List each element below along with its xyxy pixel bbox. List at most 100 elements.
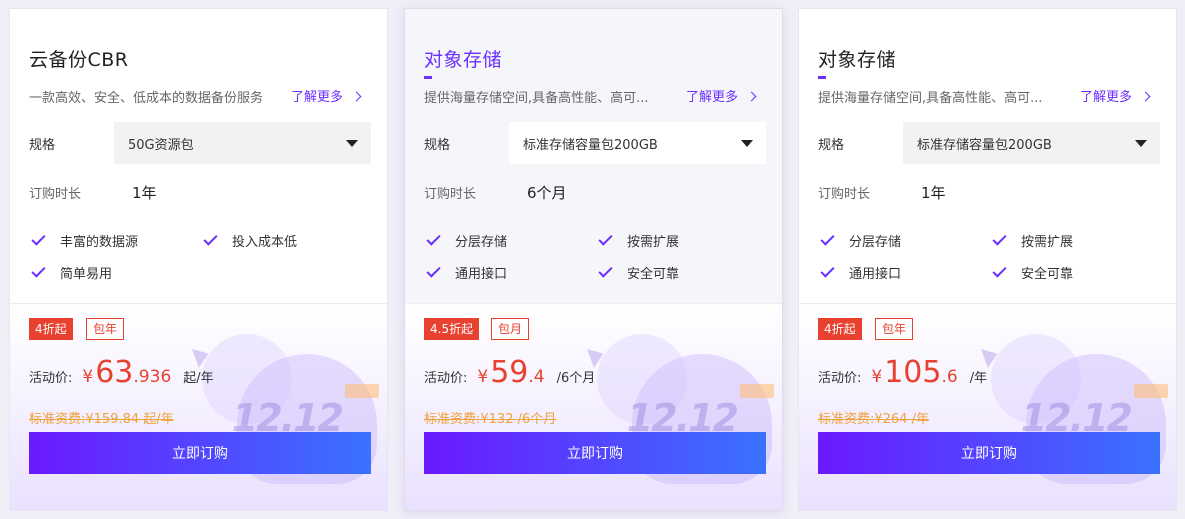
feature-item: 安全可靠 [992,262,1074,282]
caret-down-icon [346,140,358,147]
learn-more-label: 了解更多 [291,90,344,105]
feature-label: 分层存储 [849,235,902,250]
decor-tag [740,384,774,398]
feature-item: 丰富的数据源 [31,230,139,250]
feature-label: 简单易用 [60,267,113,282]
duration-value[interactable]: 6个月 [527,182,567,203]
spec-select-value: 标准存储容量包200GB [917,137,1052,153]
spec-select[interactable]: 50G资源包 [114,122,371,164]
card-title: 对象存储 [818,49,897,71]
price-label: 活动价: [29,371,73,386]
caret-down-icon [1135,140,1147,147]
feature-label: 按需扩展 [627,235,680,250]
discount-badge: 4折起 [818,318,862,340]
standard-price: 标准资费:¥264 /年 [818,412,929,427]
feature-item: 通用接口 [820,262,902,282]
price-section: 12.12 4折起 包年 活动价: ¥ 63 .936 起/年 标准资费:¥15… [10,304,387,510]
title-underline [818,76,826,79]
price-label: 活动价: [424,371,468,386]
learn-more-link[interactable]: 了解更多 [686,86,757,105]
feature-item: 投入成本低 [203,230,297,250]
chevron-right-icon [746,91,757,101]
spec-label: 规格 [424,138,451,153]
spec-label: 规格 [29,138,56,153]
product-card-cbr: 云备份CBR 一款高效、安全、低成本的数据备份服务 了解更多 规格 50G资源包… [9,8,388,511]
discount-badge: 4折起 [29,318,73,340]
price-row: 活动价: ¥ 105 .6 /年 [818,358,987,388]
check-icon [31,262,46,278]
standard-price: 标准资费:¥132 /6个月 [424,412,557,427]
product-card-obs-6m: 对象存储 提供海量存储空间,具备高性能、高可... 了解更多 规格 标准存储容量… [404,8,783,511]
period-badge: 包年 [86,318,125,340]
check-icon [598,262,613,278]
buy-now-button[interactable]: 立即订购 [29,432,371,474]
learn-more-label: 了解更多 [686,90,739,105]
duration-label: 订购时长 [29,187,82,202]
price-decimal: .6 [941,367,958,387]
learn-more-label: 了解更多 [1080,90,1133,105]
check-icon [820,230,835,246]
card-description: 提供海量存储空间,具备高性能、高可... [818,91,1043,106]
spec-label: 规格 [818,138,845,153]
feature-label: 安全可靠 [1021,267,1074,282]
price-row: 活动价: ¥ 59 .4 /6个月 [424,358,595,388]
card-description: 一款高效、安全、低成本的数据备份服务 [29,91,264,106]
duration-value[interactable]: 1年 [132,182,157,203]
check-icon [992,262,1007,278]
check-icon [598,230,613,246]
check-icon [426,230,441,246]
title-underline [424,76,432,79]
feature-item: 分层存储 [426,230,508,250]
check-icon [992,230,1007,246]
duration-value[interactable]: 1年 [921,182,946,203]
price-decimal: .936 [133,367,172,387]
feature-item: 安全可靠 [598,262,680,282]
feature-item: 简单易用 [31,262,113,282]
feature-label: 通用接口 [455,267,508,282]
price-unit: /6个月 [556,371,596,386]
card-title: 对象存储 [424,49,503,71]
price-unit: /年 [969,371,988,386]
decor-tag [345,384,379,398]
price-label: 活动价: [818,371,862,386]
price-currency: ¥ [82,367,94,387]
check-icon [426,262,441,278]
price-section: 12.12 4折起 包年 活动价: ¥ 105 .6 /年 标准资费:¥264 … [799,304,1176,510]
chevron-right-icon [351,91,362,101]
learn-more-link[interactable]: 了解更多 [291,86,362,105]
feature-item: 按需扩展 [598,230,680,250]
price-currency: ¥ [477,367,489,387]
price-decimal: .4 [528,367,545,387]
feature-item: 分层存储 [820,230,902,250]
spec-select[interactable]: 标准存储容量包200GB [903,122,1160,164]
price-integer: 63 [95,355,134,390]
price-unit: 起/年 [183,371,214,386]
card-description: 提供海量存储空间,具备高性能、高可... [424,91,649,106]
spec-select-value: 标准存储容量包200GB [523,137,658,153]
price-currency: ¥ [871,367,883,387]
feature-item: 通用接口 [426,262,508,282]
feature-label: 丰富的数据源 [60,235,139,250]
price-integer: 105 [884,355,942,390]
feature-label: 通用接口 [849,267,902,282]
caret-down-icon [741,140,753,147]
period-badge: 包月 [491,318,530,340]
buy-now-button[interactable]: 立即订购 [424,432,766,474]
chevron-right-icon [1140,91,1151,101]
feature-item: 按需扩展 [992,230,1074,250]
spec-select-value: 50G资源包 [128,137,194,153]
price-row: 活动价: ¥ 63 .936 起/年 [29,358,214,388]
discount-badge: 4.5折起 [424,318,480,340]
card-title: 云备份CBR [29,49,129,71]
check-icon [31,230,46,246]
period-badge: 包年 [875,318,914,340]
learn-more-link[interactable]: 了解更多 [1080,86,1151,105]
buy-now-button[interactable]: 立即订购 [818,432,1160,474]
feature-label: 分层存储 [455,235,508,250]
spec-select[interactable]: 标准存储容量包200GB [509,122,766,164]
duration-label: 订购时长 [424,187,477,202]
standard-price: 标准资费:¥159.84 起/年 [29,412,174,427]
feature-label: 安全可靠 [627,267,680,282]
feature-label: 按需扩展 [1021,235,1074,250]
product-card-obs-1y: 对象存储 提供海量存储空间,具备高性能、高可... 了解更多 规格 标准存储容量… [798,8,1177,511]
